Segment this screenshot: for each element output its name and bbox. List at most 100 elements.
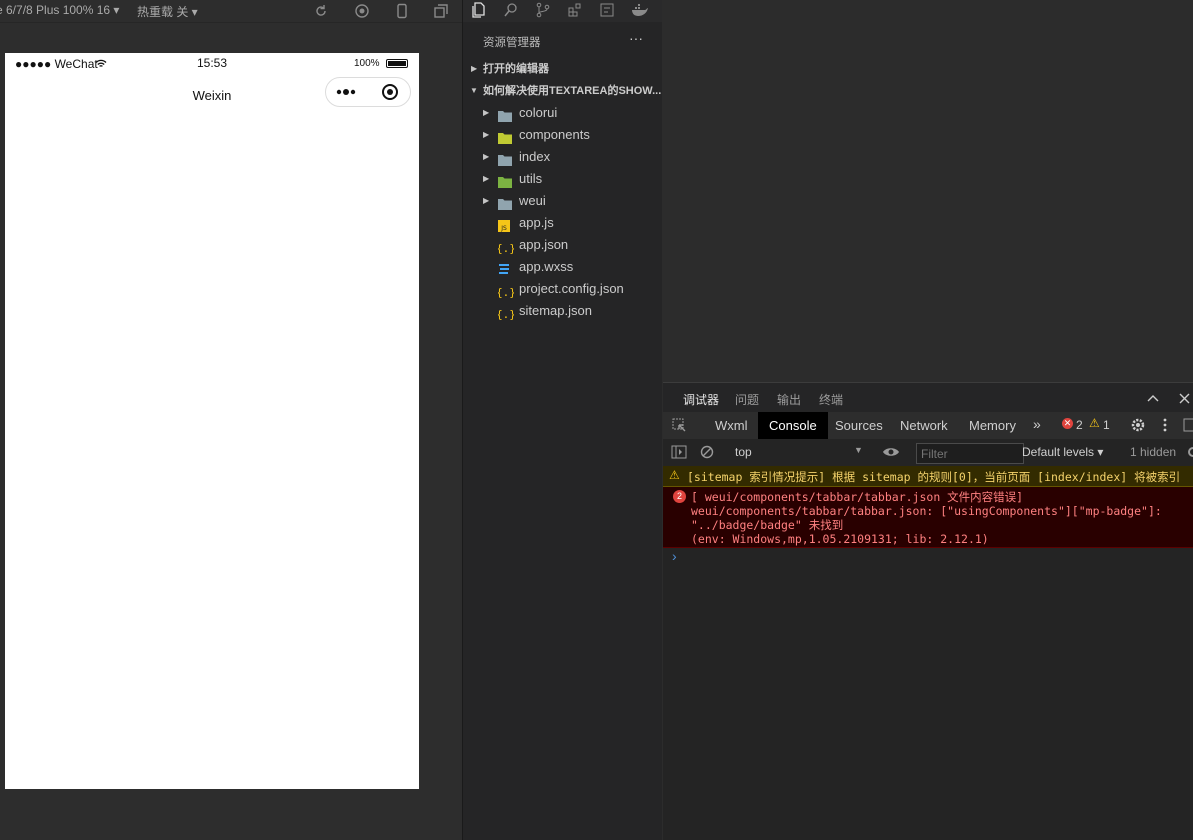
devtools-toolbar: Wxml Console Sources Network Memory » ✕ … xyxy=(663,412,1193,439)
folder-item[interactable]: ▶ components xyxy=(463,124,662,146)
chevron-right-icon: ▶ xyxy=(483,130,490,139)
folder-icon xyxy=(498,173,512,188)
tree-item-label: colorui xyxy=(519,105,558,120)
error-line: weui/components/tabbar/tabbar.json: ["us… xyxy=(691,504,1162,518)
json-file-icon: {.} xyxy=(496,283,516,299)
devtools-panel: 调试器 问题 输出 终端 Wxml Console Sources Networ… xyxy=(663,382,1193,840)
source-control-icon[interactable] xyxy=(535,2,551,18)
project-section[interactable]: ▼ 如何解决使用TEXTAREA的SHOW... xyxy=(463,80,662,102)
warning-icon: ⚠ xyxy=(1089,416,1100,430)
chevron-right-icon: ▶ xyxy=(471,64,478,73)
tool-tab-console[interactable]: Console xyxy=(758,412,828,439)
filter-input[interactable] xyxy=(916,443,1024,464)
error-icon: ✕ xyxy=(1062,418,1073,429)
tree-item-label: app.wxss xyxy=(519,259,574,274)
file-item[interactable]: JS app.js xyxy=(463,212,662,234)
console-prompt[interactable]: › xyxy=(672,548,677,564)
build-icon[interactable] xyxy=(599,2,615,18)
explorer-more-button[interactable]: ··· xyxy=(629,30,643,46)
files-icon[interactable] xyxy=(471,2,487,18)
phone-icon[interactable] xyxy=(394,3,410,19)
chevron-right-icon: ▶ xyxy=(483,152,490,161)
tree-item-label: sitemap.json xyxy=(519,303,592,318)
error-line: [ weui/components/tabbar/tabbar.json 文件内… xyxy=(691,490,1024,504)
close-icon[interactable] xyxy=(1179,393,1190,404)
file-item[interactable]: {.} app.json xyxy=(463,234,662,256)
hidden-count: 1 hidden xyxy=(1130,445,1177,459)
context-selector[interactable]: top ▼ xyxy=(727,442,867,463)
devtools-panel-tabs: 调试器 问题 输出 终端 xyxy=(663,382,1193,414)
chevron-up-icon[interactable] xyxy=(1147,393,1159,403)
tree-item-label: app.json xyxy=(519,237,569,252)
console-toolbar: top ▼ Default levels ▾ 1 hidden xyxy=(663,439,1193,467)
tool-tab-memory[interactable]: Memory xyxy=(958,412,1027,439)
warning-count[interactable]: 1 xyxy=(1103,418,1110,432)
console-settings-icon[interactable] xyxy=(1187,446,1193,458)
activity-bar xyxy=(463,0,662,22)
battery-icon xyxy=(386,59,408,68)
console-warning-message[interactable]: ⚠ [sitemap 索引情况提示] 根据 sitemap 的规则[0]，当前页… xyxy=(663,466,1193,487)
record-icon[interactable] xyxy=(354,3,370,19)
project-label: 如何解决使用TEXTAREA的SHOW... xyxy=(483,85,662,97)
folder-item[interactable]: ▶ utils xyxy=(463,168,662,190)
error-count[interactable]: 2 xyxy=(1076,418,1083,432)
tab-problems[interactable]: 问题 xyxy=(735,391,759,408)
chevron-right-icon: ▶ xyxy=(483,196,490,205)
simulator-pane: e 6/7/8 Plus 100% 16 ▾ 热重载 关 ▾ ●●●●● WeC… xyxy=(0,0,462,840)
device-label: e 6/7/8 Plus 100% 16 xyxy=(0,3,111,17)
javascript-file-icon: JS xyxy=(498,217,512,232)
tree-item-label: weui xyxy=(519,193,546,208)
warning-text: [sitemap 索引情况提示] 根据 sitemap 的规则[0]，当前页面 … xyxy=(687,470,1181,484)
eye-icon[interactable] xyxy=(882,446,900,458)
folder-icon xyxy=(498,151,512,166)
more-tabs-button[interactable]: » xyxy=(1033,416,1041,432)
chevron-right-icon: ▶ xyxy=(483,108,490,117)
status-carrier: ●●●●● WeChat xyxy=(15,57,98,71)
folder-item[interactable]: ▶ weui xyxy=(463,190,662,212)
hot-reload-toggle[interactable]: 热重载 关 ▾ xyxy=(137,3,198,20)
clear-console-icon[interactable] xyxy=(700,445,714,459)
tree-item-label: project.config.json xyxy=(519,281,624,296)
log-levels-dropdown[interactable]: Default levels ▾ xyxy=(1022,445,1103,459)
svg-text:{.}: {.} xyxy=(498,286,514,298)
docker-icon[interactable] xyxy=(631,2,649,18)
file-item[interactable]: {.} project.config.json xyxy=(463,278,662,300)
phone-nav-bar: Weixin xyxy=(5,75,419,117)
tab-terminal[interactable]: 终端 xyxy=(819,391,843,408)
extensions-icon[interactable] xyxy=(567,2,583,18)
wifi-icon xyxy=(95,59,107,67)
file-item[interactable]: app.wxss xyxy=(463,256,662,278)
hot-reload-label: 热重载 关 xyxy=(137,5,189,19)
error-repeat-badge: 2 xyxy=(673,490,686,503)
tool-tab-network[interactable]: Network xyxy=(889,412,959,439)
tool-tab-wxml[interactable]: Wxml xyxy=(704,412,759,439)
explorer-pane: 资源管理器 ··· ▶ 打开的编辑器 ▼ 如何解决使用TEXTAREA的SHOW… xyxy=(463,0,662,840)
inspect-element-icon[interactable] xyxy=(672,418,687,433)
search-icon[interactable] xyxy=(503,2,519,18)
close-capsule-icon[interactable] xyxy=(381,83,399,101)
refresh-icon[interactable] xyxy=(313,3,329,19)
dropdown-arrow-icon: ▼ xyxy=(854,445,863,455)
json-file-icon: {.} xyxy=(496,305,516,321)
folder-icon xyxy=(498,107,512,122)
error-line: "../badge/badge" 未找到 xyxy=(691,518,844,532)
folder-item[interactable]: ▶ colorui xyxy=(463,102,662,124)
folder-item[interactable]: ▶ index xyxy=(463,146,662,168)
device-selector[interactable]: e 6/7/8 Plus 100% 16 ▾ xyxy=(0,3,119,17)
file-item[interactable]: {.} sitemap.json xyxy=(463,300,662,322)
explorer-title: 资源管理器 xyxy=(483,37,541,49)
json-file-icon: {.} xyxy=(496,239,516,255)
tab-output[interactable]: 输出 xyxy=(777,391,801,408)
sidebar-toggle-icon[interactable] xyxy=(671,445,687,459)
open-editors-section[interactable]: ▶ 打开的编辑器 xyxy=(463,58,662,80)
detach-window-icon[interactable] xyxy=(433,3,449,19)
tab-debugger[interactable]: 调试器 xyxy=(683,391,720,414)
gear-icon[interactable] xyxy=(1130,417,1146,433)
console-error-message[interactable]: 2 [ weui/components/tabbar/tabbar.json 文… xyxy=(663,487,1193,548)
tool-tab-sources[interactable]: Sources xyxy=(824,412,894,439)
status-battery: 100% xyxy=(354,58,380,69)
kebab-menu-icon[interactable] xyxy=(1163,418,1167,432)
more-dots-icon[interactable] xyxy=(336,86,358,98)
dock-side-icon[interactable] xyxy=(1183,418,1193,432)
mini-program-capsule xyxy=(325,77,411,107)
